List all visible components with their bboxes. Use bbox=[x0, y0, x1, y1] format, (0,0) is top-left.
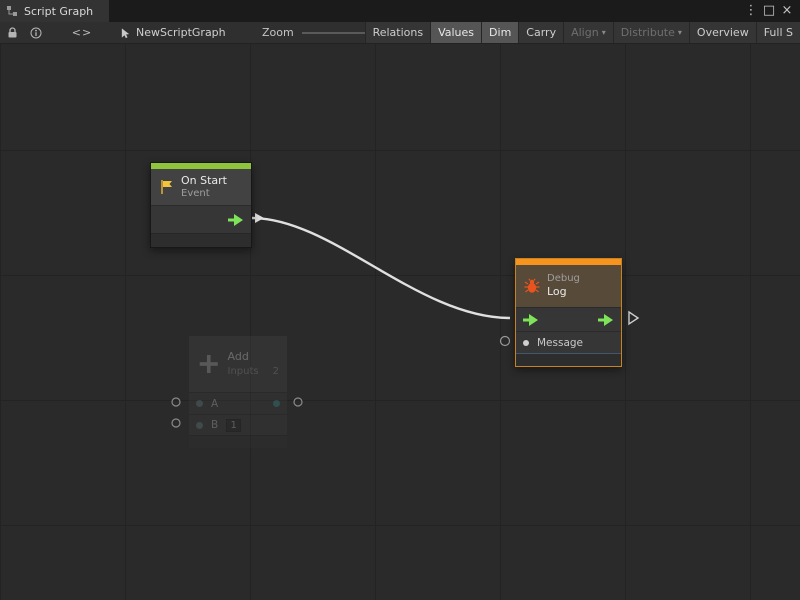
node-subtitle: Event bbox=[181, 188, 227, 200]
fullscreen-button[interactable]: Full S bbox=[756, 22, 800, 43]
chevron-down-icon: ▾ bbox=[678, 28, 682, 37]
graph-toolbar: <> NewScriptGraph Zoom 1x Relations Valu… bbox=[0, 22, 800, 44]
port-b-label: B bbox=[211, 419, 218, 431]
message-port-label: Message bbox=[537, 337, 583, 349]
window-titlebar: Script Graph ⋮ □ × bbox=[0, 0, 800, 22]
node-footer bbox=[516, 353, 621, 366]
add-input-b-socket[interactable] bbox=[172, 419, 180, 427]
connection-wire[interactable] bbox=[252, 218, 510, 318]
value-port-icon[interactable] bbox=[196, 400, 203, 407]
value-port-icon[interactable] bbox=[523, 340, 529, 346]
wire-source-arrow-icon bbox=[255, 213, 264, 223]
carry-button[interactable]: Carry bbox=[518, 22, 563, 43]
lock-icon[interactable] bbox=[3, 22, 21, 43]
distribute-button[interactable]: Distribute▾ bbox=[613, 22, 689, 43]
align-button[interactable]: Align▾ bbox=[563, 22, 613, 43]
script-graph-window: Script Graph ⋮ □ × <> New bbox=[0, 0, 800, 600]
output-hint-arrow-icon[interactable] bbox=[629, 312, 638, 324]
cursor-icon bbox=[120, 27, 131, 39]
node-footer bbox=[151, 233, 251, 247]
close-icon[interactable]: × bbox=[778, 0, 796, 22]
info-icon[interactable] bbox=[27, 22, 45, 43]
tab-title: Script Graph bbox=[24, 5, 93, 18]
zoom-label: Zoom bbox=[262, 26, 294, 39]
node-debug-log[interactable]: Debug Log Message bbox=[515, 258, 622, 367]
node-title: Add bbox=[228, 350, 279, 364]
trigger-row bbox=[151, 205, 251, 233]
graph-canvas[interactable]: On Start Event bbox=[0, 44, 800, 600]
port-a-label: A bbox=[211, 398, 218, 410]
code-icon[interactable]: <> bbox=[70, 22, 94, 43]
overview-button[interactable]: Overview bbox=[689, 22, 756, 43]
node-header[interactable]: Debug Log bbox=[516, 265, 621, 307]
value-port-icon[interactable] bbox=[196, 422, 203, 429]
node-add-dimmed[interactable]: Add Inputs 2 A B 1 bbox=[188, 335, 288, 449]
node-on-start[interactable]: On Start Event bbox=[150, 162, 252, 248]
script-graph-tab-icon bbox=[6, 5, 18, 17]
tab-script-graph[interactable]: Script Graph bbox=[0, 0, 109, 22]
graph-name: NewScriptGraph bbox=[136, 26, 226, 39]
node-subtitle: Inputs bbox=[228, 366, 259, 378]
values-button[interactable]: Values bbox=[430, 22, 481, 43]
connections-layer bbox=[0, 44, 800, 600]
chevron-down-icon: ▾ bbox=[602, 28, 606, 37]
window-menu-icon[interactable]: ⋮ bbox=[742, 0, 760, 22]
dim-button[interactable]: Dim bbox=[481, 22, 518, 43]
input-a-row[interactable]: A bbox=[189, 392, 287, 414]
trigger-output-port[interactable] bbox=[598, 314, 614, 326]
node-header[interactable]: On Start Event bbox=[151, 169, 251, 205]
node-title: On Start bbox=[181, 174, 227, 188]
trigger-input-port[interactable] bbox=[523, 314, 539, 326]
trigger-output-port[interactable] bbox=[228, 214, 244, 226]
maximize-icon[interactable]: □ bbox=[760, 0, 778, 22]
node-footer bbox=[189, 435, 287, 448]
node-group-label: Debug bbox=[547, 273, 580, 285]
message-input-row[interactable]: Message bbox=[516, 331, 621, 353]
result-output-port-icon[interactable] bbox=[273, 400, 280, 407]
message-port-socket[interactable] bbox=[501, 337, 510, 346]
relations-button[interactable]: Relations bbox=[365, 22, 431, 43]
input-b-row[interactable]: B 1 bbox=[189, 414, 287, 435]
input-count[interactable]: 2 bbox=[273, 366, 279, 378]
add-output-socket[interactable] bbox=[294, 398, 302, 406]
bug-icon bbox=[524, 278, 540, 294]
plus-icon bbox=[197, 351, 221, 377]
node-header[interactable]: Add Inputs 2 bbox=[189, 336, 287, 392]
window-controls: ⋮ □ × bbox=[742, 0, 800, 22]
graph-breadcrumb[interactable]: NewScriptGraph bbox=[120, 22, 226, 43]
toolbar-buttons: Relations Values Dim Carry Align▾ Distri… bbox=[365, 22, 800, 43]
flag-icon bbox=[159, 179, 174, 195]
add-input-a-socket[interactable] bbox=[172, 398, 180, 406]
port-b-value-field[interactable]: 1 bbox=[226, 419, 241, 432]
trigger-row bbox=[516, 307, 621, 331]
node-title: Log bbox=[547, 285, 580, 299]
